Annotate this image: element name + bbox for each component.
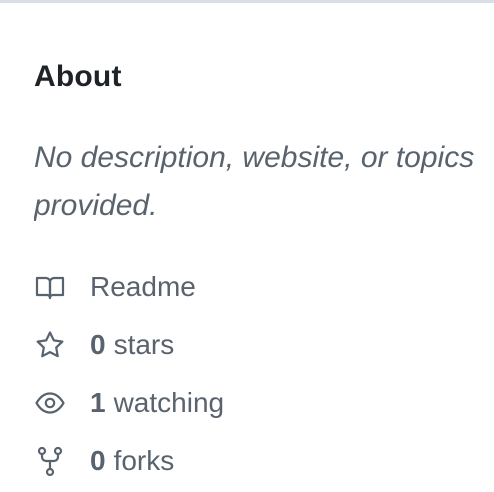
watching-label: watching	[113, 387, 225, 418]
star-icon	[34, 329, 66, 361]
watching-link[interactable]: 1 watching	[34, 374, 494, 432]
book-icon	[34, 271, 66, 303]
about-description: No description, website, or topics provi…	[34, 141, 475, 222]
about-heading: About	[34, 60, 122, 93]
readme-label: Readme	[90, 271, 196, 302]
stars-link[interactable]: 0 stars	[34, 316, 494, 374]
forks-label: forks	[113, 445, 175, 476]
eye-icon	[34, 387, 66, 419]
stars-count: 0	[90, 329, 106, 360]
forks-link[interactable]: 0 forks	[34, 432, 494, 490]
stars-label: stars	[113, 329, 175, 360]
about-panel: About No description, website, or topics…	[34, 52, 494, 490]
watching-count: 1	[90, 387, 106, 418]
readme-link[interactable]: Readme	[34, 258, 494, 316]
forks-count: 0	[90, 445, 106, 476]
fork-icon	[34, 445, 66, 477]
top-divider	[0, 0, 494, 3]
repo-meta-list: Readme 0 stars 1 watching 0 forks	[34, 258, 494, 490]
